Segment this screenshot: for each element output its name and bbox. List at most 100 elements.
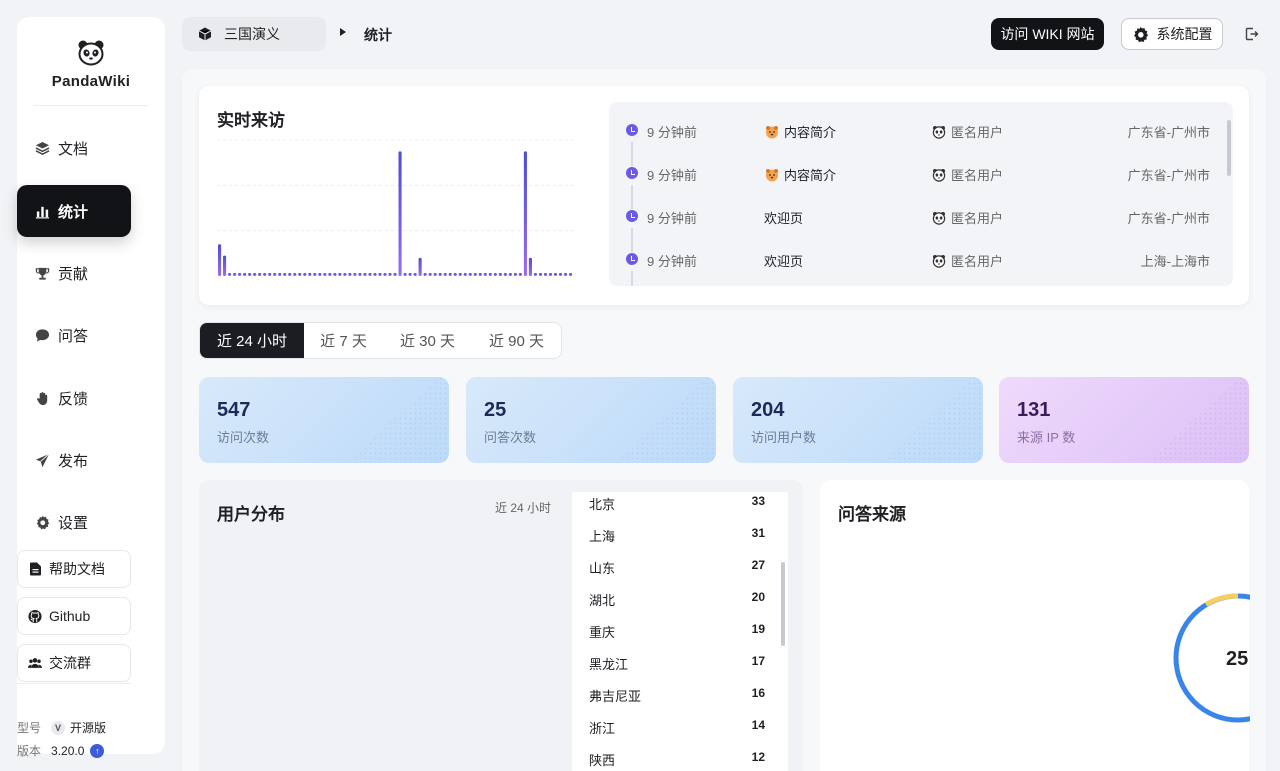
visit-page[interactable]: 内容简介	[764, 165, 836, 184]
chart-bar[interactable]	[328, 273, 332, 276]
chart-bar[interactable]	[558, 273, 563, 276]
chart-bar[interactable]	[398, 151, 402, 276]
chart-bar[interactable]	[483, 273, 487, 276]
chart-bar[interactable]	[548, 273, 553, 276]
system-config-button[interactable]: 系统配置	[1121, 18, 1223, 50]
nav-item-settings[interactable]: 设置	[17, 496, 131, 548]
chart-bar[interactable]	[293, 273, 297, 276]
chart-bar[interactable]	[238, 273, 242, 276]
github-icon	[28, 609, 42, 623]
chart-bar[interactable]	[343, 273, 347, 276]
tab-90d[interactable]: 近 90 天	[472, 323, 561, 358]
chart-bar[interactable]	[473, 273, 477, 276]
chart-bar[interactable]	[543, 273, 548, 276]
logout-icon[interactable]	[1242, 24, 1262, 44]
chart-bar[interactable]	[453, 273, 457, 276]
chart-bar[interactable]	[513, 273, 517, 276]
chart-bar[interactable]	[313, 273, 317, 276]
chart-bar[interactable]	[373, 273, 377, 276]
breadcrumb-current: 统计	[364, 27, 392, 43]
chart-bar[interactable]	[498, 273, 502, 276]
chart-bar[interactable]	[528, 257, 532, 276]
chart-bar[interactable]	[478, 273, 482, 276]
chart-bar[interactable]	[503, 273, 507, 276]
chart-bar[interactable]	[523, 151, 527, 276]
chart-bar[interactable]	[263, 273, 267, 276]
visit-page[interactable]: 内容简介	[764, 122, 836, 141]
tab-24h[interactable]: 近 24 小时	[200, 323, 304, 358]
visit-page[interactable]: 欢迎页	[764, 251, 803, 270]
chart-bar[interactable]	[258, 273, 262, 276]
chart-bar[interactable]	[253, 273, 257, 276]
community-group-link[interactable]: 交流群	[17, 644, 131, 682]
kb-selector[interactable]: 三国演义	[182, 17, 326, 51]
nav-item-stats[interactable]: 统计	[17, 185, 131, 237]
chart-bar[interactable]	[268, 273, 272, 276]
chart-bar[interactable]	[418, 257, 422, 276]
chart-bar[interactable]	[403, 273, 407, 276]
chart-bar[interactable]	[228, 273, 232, 276]
chart-bar[interactable]	[393, 273, 397, 276]
nav-item-publish[interactable]: 发布	[17, 434, 131, 486]
update-icon[interactable]: ↑	[90, 743, 105, 758]
chart-bar[interactable]	[493, 273, 497, 276]
chart-bar[interactable]	[333, 273, 337, 276]
region-list-scrollbar[interactable]	[781, 562, 785, 646]
chart-bar[interactable]	[348, 273, 352, 276]
chart-bar[interactable]	[363, 273, 367, 276]
visit-list-scrollbar[interactable]	[1227, 120, 1231, 176]
chart-bar[interactable]	[378, 273, 382, 276]
nav-item-qa[interactable]: 问答	[17, 309, 131, 361]
chart-bar[interactable]	[518, 273, 522, 276]
chart-bar[interactable]	[438, 273, 442, 276]
visit-user-name: 匿名用户	[951, 168, 1004, 183]
chart-bar[interactable]	[358, 273, 362, 276]
chart-bar[interactable]	[303, 273, 307, 276]
chart-bar[interactable]	[223, 255, 227, 276]
chart-bar[interactable]	[538, 273, 543, 276]
help-docs-link[interactable]: 帮助文档	[17, 550, 131, 588]
chart-bar[interactable]	[318, 273, 322, 276]
chart-bar[interactable]	[568, 273, 573, 276]
chart-bar[interactable]	[248, 273, 252, 276]
chart-bar[interactable]	[433, 273, 437, 276]
chart-bar[interactable]	[278, 273, 282, 276]
chart-bar[interactable]	[413, 273, 417, 276]
chart-bar[interactable]	[388, 273, 392, 276]
chart-bar[interactable]	[563, 273, 568, 276]
chart-bar[interactable]	[533, 273, 537, 276]
chart-bar[interactable]	[553, 273, 558, 276]
chart-bar[interactable]	[448, 273, 452, 276]
chart-bar[interactable]	[423, 273, 427, 276]
nav-item-docs[interactable]: 文档	[17, 122, 131, 174]
chart-bar[interactable]	[338, 273, 342, 276]
brand[interactable]: PandaWiki	[17, 39, 165, 90]
chart-bar[interactable]	[488, 273, 492, 276]
github-link[interactable]: Github	[17, 597, 131, 635]
chart-bar[interactable]	[298, 273, 302, 276]
chart-bar[interactable]	[468, 273, 472, 276]
chart-bar[interactable]	[463, 273, 467, 276]
chart-bar[interactable]	[273, 273, 277, 276]
chart-bar[interactable]	[428, 273, 432, 276]
nav-item-contribute[interactable]: 贡献	[17, 247, 131, 299]
nav-item-feedback[interactable]: 反馈	[17, 372, 131, 424]
chart-bar[interactable]	[408, 273, 412, 276]
visit-page[interactable]: 欢迎页	[764, 208, 803, 227]
chart-bar[interactable]	[218, 244, 222, 276]
chart-bar[interactable]	[323, 273, 327, 276]
chart-bar[interactable]	[243, 273, 247, 276]
chart-bar[interactable]	[353, 273, 357, 276]
chart-bar[interactable]	[233, 273, 237, 276]
chart-bar[interactable]	[308, 273, 312, 276]
chart-bar[interactable]	[288, 273, 292, 276]
chart-bar[interactable]	[508, 273, 512, 276]
chart-bar[interactable]	[458, 273, 462, 276]
chart-bar[interactable]	[368, 273, 372, 276]
chart-bar[interactable]	[443, 273, 447, 276]
chart-bar[interactable]	[283, 273, 287, 276]
visit-wiki-button[interactable]: 访问 WIKI 网站	[991, 18, 1104, 50]
tab-30d[interactable]: 近 30 天	[383, 323, 472, 358]
chart-bar[interactable]	[383, 273, 387, 276]
tab-7d[interactable]: 近 7 天	[304, 323, 383, 358]
